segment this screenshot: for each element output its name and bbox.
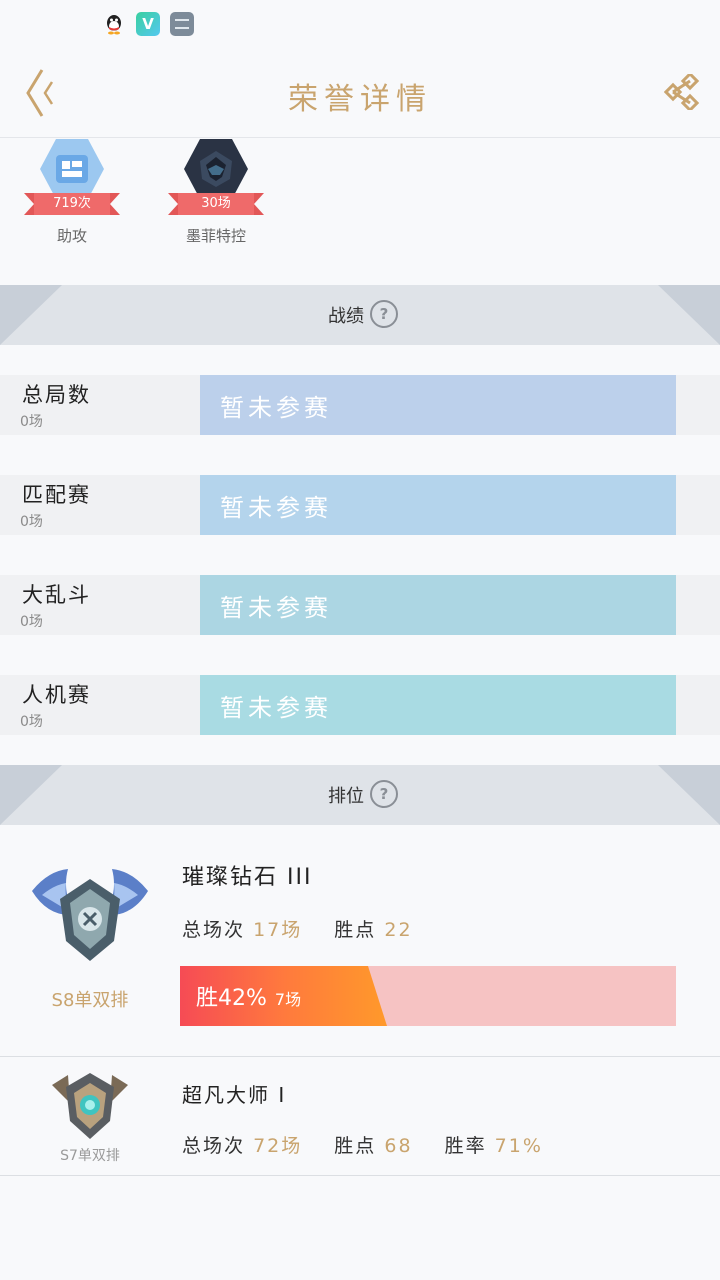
page-header: 荣誉详情 (0, 48, 720, 138)
share-icon (663, 71, 700, 113)
rank-card-s7[interactable]: S7单双排 超凡大师 I 总场次 72场 胜点 68 胜率 71% (0, 1057, 720, 1176)
win-count: 7场 (274, 990, 302, 1009)
master-rank-emblem-icon (48, 1069, 132, 1143)
rank-stats: 总场次 17场 胜点 22 (182, 915, 437, 942)
champion-badge[interactable]: 30场 墨菲特控 (161, 139, 271, 246)
rank-section-header: 排位 ? (0, 765, 720, 825)
record-label: 大乱斗 (22, 583, 91, 607)
record-games: 0场 (20, 614, 43, 630)
total-games-value: 72场 (253, 1135, 303, 1157)
win-rate-label: 胜42% (196, 986, 267, 1011)
win-rate-value: 71% (494, 1135, 543, 1157)
league-points-value: 22 (384, 919, 413, 941)
diamond-rank-emblem-icon (28, 861, 152, 971)
rank-card-s8[interactable]: S8单双排 璀璨钻石 III 总场次 17场 胜点 22 胜42% 7场 (0, 825, 720, 1057)
record-row-bot[interactable]: 人机赛 0场 暂未参赛 (0, 675, 720, 735)
vv-app-icon: V (136, 12, 160, 36)
champion-label: 墨菲特控 (185, 227, 246, 245)
record-section-title: 战绩 (328, 306, 364, 327)
record-status-bar: 暂未参赛 (200, 475, 676, 535)
rank-help-icon[interactable]: ? (370, 780, 398, 808)
share-button[interactable] (663, 71, 700, 113)
record-help-icon[interactable]: ? (370, 300, 398, 328)
record-label: 总局数 (22, 383, 91, 407)
rank-tier: 超凡大师 I (182, 1083, 287, 1107)
record-status-bar: 暂未参赛 (200, 575, 676, 635)
status-bar: V (0, 0, 720, 48)
assist-count: 719次 (24, 193, 120, 215)
record-row-aram[interactable]: 大乱斗 0场 暂未参赛 (0, 575, 720, 635)
champion-portrait-icon (184, 139, 248, 199)
win-rate-text: 胜42% 7场 (196, 980, 301, 1012)
total-games-label: 总场次 (182, 1135, 246, 1157)
record-games: 0场 (20, 514, 43, 530)
record-label: 人机赛 (22, 683, 91, 707)
record-section-header: 战绩 ? (0, 285, 720, 345)
rank-season: S8单双排 (51, 990, 129, 1011)
record-status-bar: 暂未参赛 (200, 675, 676, 735)
rank-season: S7单双排 (60, 1148, 120, 1164)
rank-stats: 总场次 72场 胜点 68 胜率 71% (182, 1131, 567, 1158)
league-points-label: 胜点 (334, 919, 377, 941)
assist-label: 助攻 (56, 227, 87, 245)
total-games-value: 17场 (253, 919, 303, 941)
win-rate-label: 胜率 (444, 1135, 487, 1157)
rank-section-title: 排位 (328, 786, 364, 807)
champion-count: 30场 (168, 193, 264, 215)
rank-tier: 璀璨钻石 III (182, 865, 313, 890)
honor-badges: 719次 助攻 30场 墨菲特控 (0, 139, 720, 285)
total-games-label: 总场次 (182, 919, 246, 941)
page-title: 荣誉详情 (288, 82, 432, 117)
league-points-label: 胜点 (334, 1135, 377, 1157)
win-rate-bar: 胜42% 7场 (180, 966, 676, 1026)
league-points-value: 68 (384, 1135, 413, 1157)
qq-icon (102, 12, 126, 36)
record-row-total[interactable]: 总局数 0场 暂未参赛 (0, 375, 720, 435)
record-games: 0场 (20, 714, 43, 730)
assist-badge[interactable]: 719次 助攻 (17, 139, 127, 246)
assist-icon (40, 139, 104, 199)
record-row-match[interactable]: 匹配赛 0场 暂未参赛 (0, 475, 720, 535)
record-games: 0场 (20, 414, 43, 430)
record-label: 匹配赛 (22, 483, 91, 507)
record-status-bar: 暂未参赛 (200, 375, 676, 435)
message-icon (170, 12, 194, 36)
